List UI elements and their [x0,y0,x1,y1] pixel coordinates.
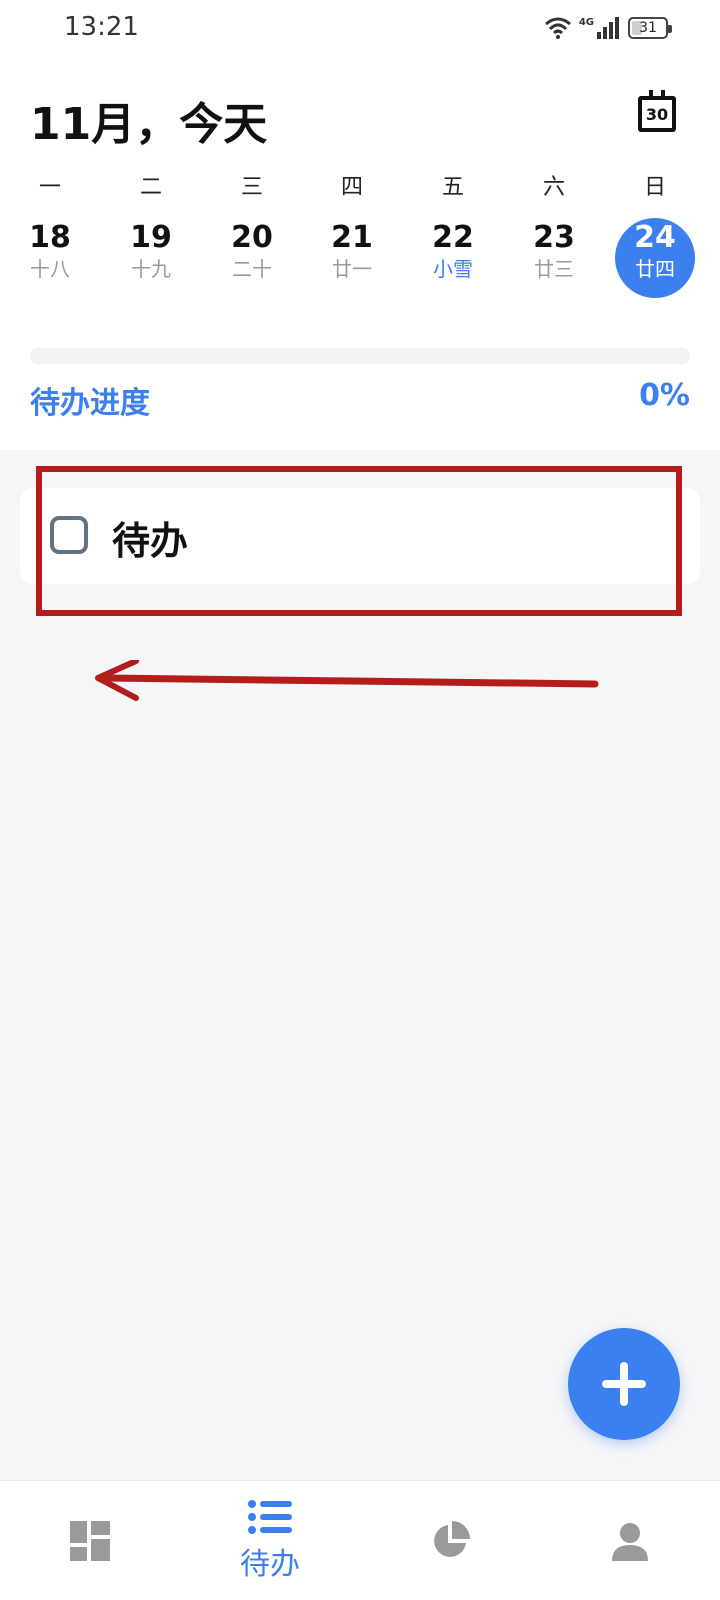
date-number: 22 [432,220,474,255]
date-number: 20 [231,220,273,255]
bottom-nav: 待办 [0,1480,720,1600]
user-icon [612,1523,648,1561]
progress-label: 待办进度 [30,386,150,421]
date-number: 24 [634,220,676,255]
weekday-label: 四 [340,175,363,200]
date-number: 19 [130,220,172,255]
weekday-label: 三 [240,175,263,200]
status-bar: 13:21 4G 31 [0,0,720,56]
weekday-label: 六 [542,175,565,200]
date-number: 21 [331,220,373,255]
week-strip: 一 18 十八 二 19 十九 三 20 二十 四 21 廿一 五 22 小雪 六 23 廿三 日 24 廿四 [0,170,720,310]
grid-dashboard-icon [70,1521,110,1561]
weekday-label: 日 [643,175,666,200]
status-icons: 4G 31 [544,14,672,42]
swipe-left-arrow-icon [95,660,599,701]
lunar-date: 廿四 [635,257,675,281]
day-cell[interactable]: 二 19 十九 [111,170,191,282]
top-panel: 13:21 4G 31 11月，今天 30 一 18 十八二 19 十九三 20… [0,0,720,450]
battery-text: 31 [639,20,657,36]
nav-item-dashboard[interactable] [0,1481,180,1600]
lunar-date: 十八 [30,257,70,281]
network-type-label: 4G [578,16,594,28]
lunar-date: 二十 [232,257,272,281]
calendar-icon[interactable]: 30 [638,90,676,132]
lunar-date: 廿三 [534,257,574,281]
calendar-icon-text: 30 [645,104,669,124]
nav-item-stats[interactable] [360,1481,540,1600]
day-cell[interactable]: 五 22 小雪 [413,170,493,282]
weekday-label: 一 [38,175,61,200]
signal-icon [597,17,619,39]
weekday-label: 五 [441,175,464,200]
date-number: 18 [29,220,71,255]
weekday-label: 二 [139,175,162,200]
annotation-highlight-box [36,466,682,616]
battery-icon: 31 [628,17,672,39]
lunar-date: 小雪 [433,257,473,281]
progress-bar [30,348,690,364]
page-title: 11月，今天 [30,99,268,150]
day-cell[interactable]: 四 21 廿一 [312,170,392,282]
day-cell[interactable]: 一 18 十八 [10,170,90,282]
date-number: 23 [533,220,575,255]
lunar-date: 廿一 [332,257,372,281]
status-time: 13:21 [64,12,139,42]
add-task-button[interactable] [568,1328,680,1440]
nav-label-todo: 待办 [240,1547,300,1582]
plus-icon [602,1362,646,1406]
day-cell[interactable]: 六 23 廿三 [514,170,594,282]
day-cell[interactable]: 三 20 二十 [212,170,292,282]
nav-item-profile[interactable] [540,1481,720,1600]
list-icon [248,1500,292,1534]
lunar-date: 十九 [131,257,171,281]
nav-item-todo[interactable]: 待办 [180,1481,360,1600]
wifi-icon [544,17,571,39]
day-cell[interactable]: 日 24 廿四 [615,170,695,298]
progress-percent: 0% [639,378,690,413]
pie-chart-icon [434,1521,470,1557]
